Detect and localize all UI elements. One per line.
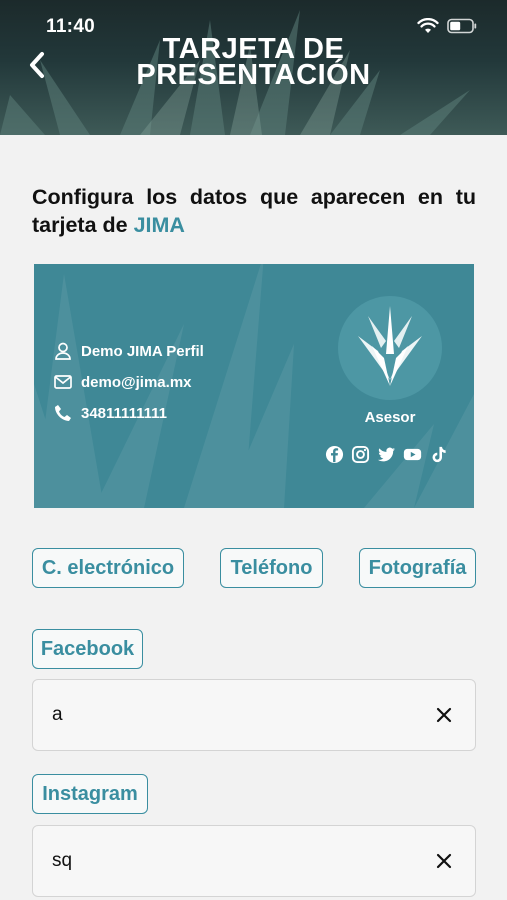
twitter-icon [377, 445, 396, 464]
instagram-toggle-button[interactable]: Instagram [32, 774, 148, 814]
instagram-clear-button[interactable] [433, 850, 455, 872]
title-line-2: PRESENTACIÓN [136, 59, 371, 91]
facebook-icon [325, 445, 344, 464]
phone-toggle-button[interactable]: Teléfono [220, 548, 323, 588]
card-name-row: Demo JIMA Perfil [54, 342, 204, 360]
card-email-row: demo@jima.mx [54, 373, 192, 391]
status-time: 11:40 [46, 16, 96, 37]
phone-icon [54, 404, 72, 422]
user-icon [54, 342, 72, 360]
instagram-icon [351, 445, 370, 464]
card-phone: 34811111111 [81, 404, 167, 422]
card-phone-row: 34811111111 [54, 404, 167, 422]
photo-toggle-button[interactable]: Fotografía [359, 548, 476, 588]
email-toggle-button[interactable]: C. electrónico [32, 548, 184, 588]
instagram-input-value[interactable]: sq [52, 850, 72, 872]
header: 11:40 TARJETA DE PRESENTACIÓN [0, 0, 507, 135]
battery-icon [447, 18, 477, 34]
brand-name: JIMA [133, 213, 185, 237]
card-name: Demo JIMA Perfil [81, 342, 204, 360]
business-card-preview: Demo JIMA Perfil demo@jima.mx 3481111111… [34, 264, 474, 508]
facebook-toggle-button[interactable]: Facebook [32, 629, 143, 669]
status-icons [417, 18, 477, 34]
wifi-icon [417, 18, 439, 33]
close-icon [436, 853, 452, 869]
facebook-clear-button[interactable] [433, 704, 455, 726]
tiktok-icon [429, 445, 448, 464]
card-role: Asesor [364, 409, 416, 426]
close-icon [436, 707, 452, 723]
intro-text: Configura los datos que aparecen en tu t… [32, 183, 476, 239]
jima-logo [338, 296, 442, 400]
instagram-input[interactable]: sq [32, 825, 476, 897]
card-social-icons [325, 445, 448, 464]
facebook-input[interactable]: a [32, 679, 476, 751]
card-email: demo@jima.mx [81, 373, 192, 391]
page-title: TARJETA DE PRESENTACIÓN [0, 35, 507, 91]
mail-icon [54, 373, 72, 391]
intro-text-main: Configura los datos que aparecen en tu t… [32, 185, 476, 237]
youtube-icon [403, 445, 422, 464]
facebook-input-value[interactable]: a [52, 704, 63, 726]
